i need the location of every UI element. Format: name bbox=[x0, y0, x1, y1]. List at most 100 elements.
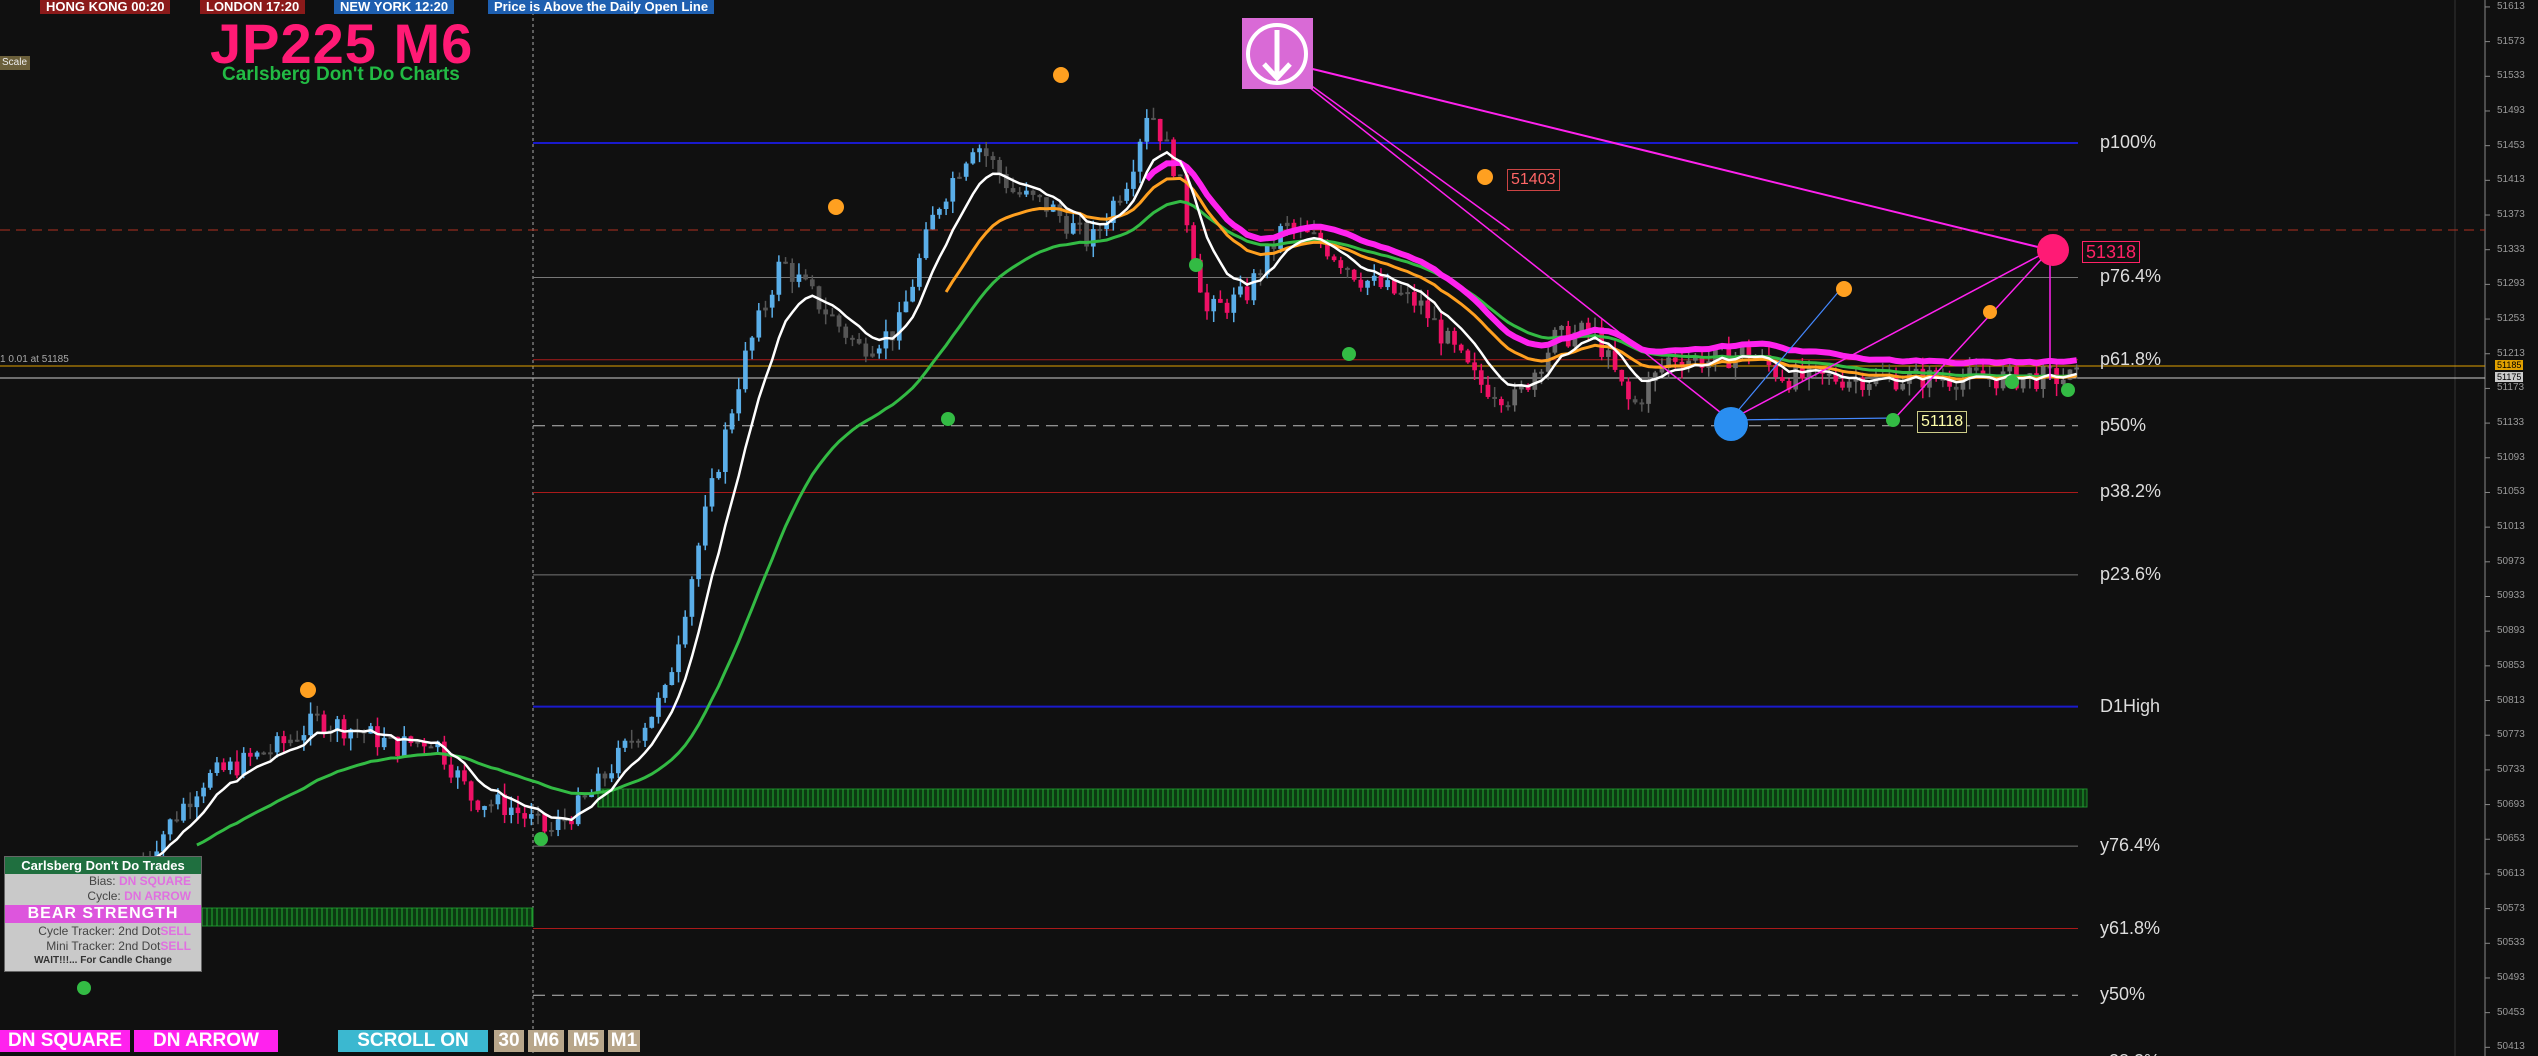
bias-label: Bias: bbox=[88, 874, 116, 888]
wait-message: WAIT!!!... For Candle Change bbox=[34, 955, 172, 966]
candle-body bbox=[636, 740, 641, 743]
candle-body bbox=[1953, 386, 1959, 390]
candle-body bbox=[167, 819, 173, 835]
candle-body bbox=[1365, 280, 1370, 288]
swing-point-dot bbox=[941, 412, 955, 426]
candle-body bbox=[689, 579, 695, 617]
candle-body bbox=[1157, 118, 1163, 142]
session-tag: Price is Above the Daily Open Line bbox=[488, 0, 715, 14]
ema-mid-line bbox=[944, 176, 2077, 381]
price-tick-label: 50413 bbox=[2497, 1041, 2525, 1053]
candle-body bbox=[1465, 350, 1471, 363]
price-tick-label: 51253 bbox=[2497, 313, 2525, 325]
candle-body bbox=[462, 770, 467, 782]
candle-body bbox=[990, 156, 996, 160]
price-tick-label: 51573 bbox=[2497, 35, 2525, 47]
candle-body bbox=[1231, 294, 1237, 313]
level-label: p76.4% bbox=[2100, 266, 2162, 287]
candle-body bbox=[522, 813, 527, 819]
scale-button[interactable]: Scale bbox=[0, 56, 30, 70]
swing-point-dot bbox=[1342, 347, 1356, 361]
level-label: y76.4% bbox=[2100, 835, 2161, 856]
session-tag: HONG KONG 00:20 bbox=[40, 0, 171, 14]
swing-point-dot bbox=[300, 682, 316, 698]
price-tick-label: 51053 bbox=[2497, 486, 2525, 498]
swing-point-dot bbox=[1983, 305, 1997, 319]
toolbar-button-m5[interactable]: M5 bbox=[568, 1030, 604, 1052]
candle-body bbox=[2060, 379, 2066, 385]
toolbar-button-m1[interactable]: M1 bbox=[608, 1030, 640, 1052]
price-tick-label: 51613 bbox=[2497, 0, 2525, 12]
bias-value: DN SQUARE bbox=[118, 874, 191, 888]
price-tick-label: 50893 bbox=[2497, 625, 2525, 637]
swing-point-dot bbox=[1836, 281, 1852, 297]
mini-tracker-label: Mini Tracker: 2nd Dot bbox=[46, 939, 161, 953]
candle-body bbox=[930, 214, 936, 230]
price-tick-label: 51413 bbox=[2497, 174, 2525, 186]
toolbar-button-dn-square[interactable]: DN SQUARE bbox=[0, 1030, 130, 1052]
toolbar-button-scroll-on[interactable]: SCROLL ON bbox=[338, 1030, 488, 1052]
swing-point-dot bbox=[2005, 375, 2019, 389]
candle-body bbox=[268, 752, 273, 755]
price-tick-label: 51453 bbox=[2497, 139, 2525, 151]
target-circle-label: 51318 bbox=[2082, 241, 2141, 263]
price-tick-label: 50613 bbox=[2497, 867, 2525, 879]
cycle-tracker-row: Cycle Tracker: 2nd DotSELL bbox=[5, 924, 201, 939]
candle-body bbox=[876, 348, 882, 354]
candle-body bbox=[1445, 330, 1451, 344]
swing-point-dot bbox=[828, 199, 844, 215]
price-tick-label: 51493 bbox=[2497, 104, 2525, 116]
candle-body bbox=[957, 176, 962, 179]
candle-body bbox=[609, 773, 614, 779]
candle-body bbox=[1371, 275, 1377, 281]
candle-body bbox=[1131, 171, 1136, 189]
candle-body bbox=[294, 739, 300, 742]
toolbar-button-dn-arrow[interactable]: DN ARROW bbox=[134, 1030, 278, 1052]
candle-body bbox=[1866, 384, 1872, 390]
candle-body bbox=[308, 713, 313, 736]
candle-body bbox=[1846, 381, 1852, 388]
candle-body bbox=[1070, 223, 1076, 234]
candle-body bbox=[1284, 222, 1290, 227]
projection-line bbox=[1729, 417, 1896, 421]
price-tick-label: 51093 bbox=[2497, 451, 2525, 463]
candle-body bbox=[1452, 330, 1457, 345]
level-label: p50% bbox=[2100, 414, 2147, 435]
projection-line bbox=[1729, 249, 2051, 421]
candle-body bbox=[1626, 381, 1631, 400]
candle-body bbox=[843, 326, 849, 338]
candle-body bbox=[1378, 275, 1384, 288]
candle-body bbox=[1499, 399, 1504, 406]
candle-body bbox=[2007, 366, 2013, 372]
candle-body bbox=[963, 163, 969, 177]
candle-body bbox=[1458, 344, 1464, 351]
candle-body bbox=[850, 337, 855, 340]
toolbar-button-30[interactable]: 30 bbox=[494, 1030, 524, 1052]
candle-body bbox=[830, 314, 835, 317]
price-tick-label: 50693 bbox=[2497, 798, 2525, 810]
candle-body bbox=[702, 506, 708, 546]
candle-body bbox=[1492, 396, 1497, 400]
candle-body bbox=[495, 794, 501, 805]
candle-body bbox=[676, 644, 681, 673]
current-price-badge-b: 51175 bbox=[2495, 372, 2524, 382]
projection-line bbox=[1275, 59, 2051, 251]
candle-body bbox=[1251, 273, 1257, 301]
price-tick-label: 51373 bbox=[2497, 209, 2525, 220]
candle-body bbox=[723, 429, 728, 472]
candle-body bbox=[796, 274, 802, 282]
cycle-value: DN ARROW bbox=[124, 889, 191, 903]
cycle-tracker-value: SELL bbox=[160, 924, 191, 938]
candle-body bbox=[1224, 302, 1230, 313]
candle-body bbox=[870, 353, 875, 357]
candle-body bbox=[997, 159, 1002, 175]
price-chart[interactable] bbox=[0, 0, 2538, 1056]
candle-body bbox=[1037, 194, 1043, 198]
candle-body bbox=[1351, 269, 1357, 280]
candle-body bbox=[248, 752, 253, 757]
candle-body bbox=[482, 806, 487, 810]
candle-body bbox=[1405, 292, 1411, 295]
candle-body bbox=[943, 201, 949, 210]
toolbar-button-m6[interactable]: M6 bbox=[528, 1030, 564, 1052]
candle-body bbox=[281, 736, 287, 744]
